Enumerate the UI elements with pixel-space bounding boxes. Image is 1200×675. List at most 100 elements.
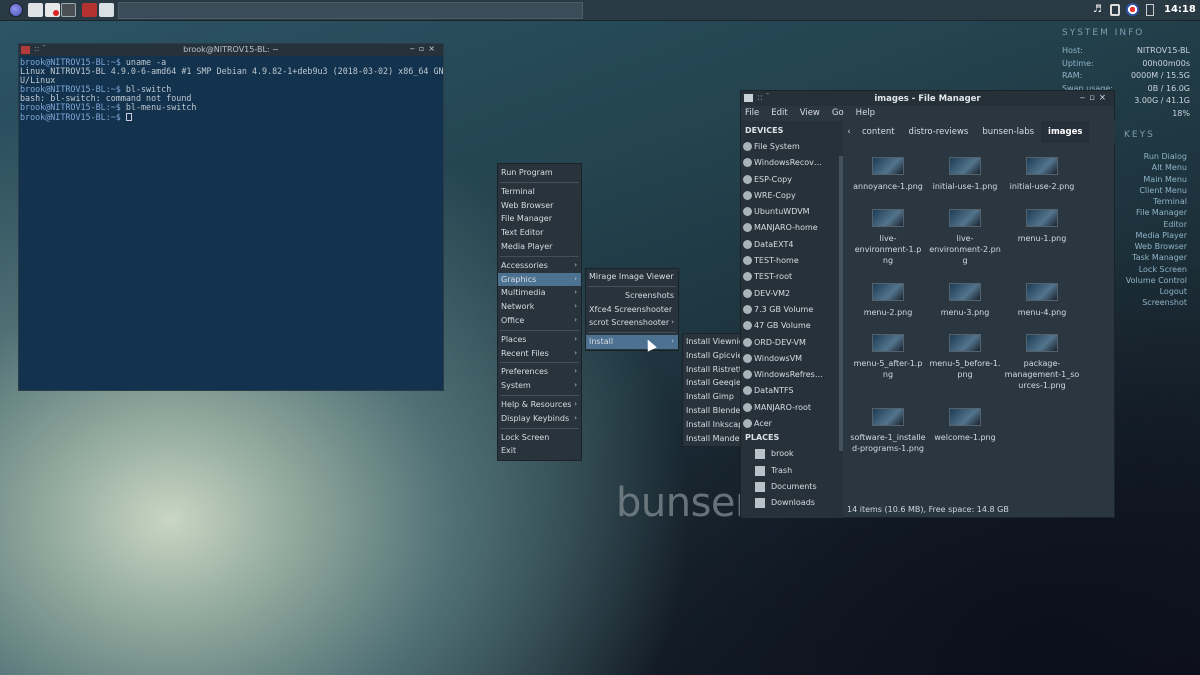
menu-item-terminal[interactable]: Terminal <box>498 185 581 199</box>
breadcrumb-distro-reviews[interactable]: distro-reviews <box>902 121 976 143</box>
file-item[interactable]: initial-use-1.png <box>926 157 1004 192</box>
menu-file[interactable]: File <box>745 108 759 118</box>
menu-separator <box>500 329 579 331</box>
sidebar-place-documents[interactable]: Documents <box>741 479 843 495</box>
terminal-window[interactable]: :: ¯ brook@NITROV15-BL: ~ ‒▫× brook@NITR… <box>18 43 444 391</box>
sidebar-device-item[interactable]: UbuntuWDVM <box>741 204 843 220</box>
menu-edit[interactable]: Edit <box>771 108 787 118</box>
file-item[interactable]: menu-1.png <box>1003 209 1081 244</box>
menu-item-media-player[interactable]: Media Player <box>498 240 581 254</box>
breadcrumb-bunsen-labs[interactable]: bunsen-labs <box>975 121 1041 143</box>
system-info-row: RAM: 0000M / 15.5G <box>1062 71 1190 84</box>
chevron-left-icon[interactable]: ‹ <box>843 127 855 137</box>
file-item[interactable]: menu-2.png <box>849 283 927 318</box>
clock[interactable]: 14:18 <box>1164 4 1196 15</box>
breadcrumb: ‹ content distro-reviews bunsen-labs images <box>843 121 1115 143</box>
menu-item-office[interactable]: Office › <box>498 314 581 328</box>
sidebar-device-item[interactable]: DataEXT4 <box>741 237 843 253</box>
sidebar-device-item[interactable]: File System <box>741 139 843 155</box>
menu-icon[interactable] <box>9 3 23 17</box>
menu-item-multimedia[interactable]: Multimedia › <box>498 286 581 300</box>
sidebar-place-brook[interactable]: brook <box>741 446 843 462</box>
menu-item-help-resources[interactable]: Help & Resources › <box>498 398 581 412</box>
sidebar-device-item[interactable]: ORD-DEV-VM <box>741 335 843 351</box>
keyboard-layout-icon[interactable] <box>1126 3 1139 16</box>
place-label: brook <box>771 449 794 459</box>
sidebar-device-item[interactable]: Acer <box>741 416 843 432</box>
workspace-2-icon[interactable] <box>99 3 114 17</box>
window-controls[interactable]: ‒▫× <box>410 44 439 53</box>
device-label: DataEXT4 <box>754 239 794 249</box>
taskbar-area[interactable] <box>118 2 583 19</box>
terminal-line: brook@NITROV15-BL:~$ <box>20 112 442 122</box>
terminal-output[interactable]: brook@NITROV15-BL:~$ uname -a Linux NITRO… <box>19 56 444 124</box>
file-manager-titlebar[interactable]: :: ¯ images - File Manager ‒▫× <box>741 91 1114 106</box>
terminal-titlebar[interactable]: :: ¯ brook@NITROV15-BL: ~ ‒▫× <box>19 44 443 56</box>
menu-item-network[interactable]: Network › <box>498 300 581 314</box>
sidebar-device-item[interactable]: TEST-home <box>741 253 843 269</box>
file-item[interactable]: menu-3.png <box>926 283 1004 318</box>
file-manager-icon[interactable] <box>28 3 43 17</box>
menu-item-display-keybinds[interactable]: Display Keybinds › <box>498 412 581 426</box>
file-name: initial-use-2.png <box>1009 182 1075 191</box>
terminal-icon[interactable] <box>61 3 76 17</box>
menu-view[interactable]: View <box>800 108 820 118</box>
breadcrumb-images[interactable]: images <box>1041 121 1090 143</box>
menu-item-screenshots[interactable]: Screenshots <box>586 289 678 303</box>
menu-item-text-editor[interactable]: Text Editor <box>498 226 581 240</box>
file-item[interactable]: live-environment-2.pn g <box>926 209 1004 266</box>
file-item[interactable]: package-management-1_so urces-1.png <box>1003 334 1081 391</box>
window-controls[interactable]: ‒▫× <box>1080 93 1110 103</box>
menu-item-places[interactable]: Places › <box>498 333 581 347</box>
file-item[interactable]: menu-5_after-1.p ng <box>849 334 927 380</box>
sidebar-place-trash[interactable]: Trash <box>741 463 843 479</box>
sidebar-device-item[interactable]: DEV-VM2 <box>741 286 843 302</box>
menu-help[interactable]: Help <box>856 108 875 118</box>
battery-icon[interactable] <box>1146 4 1154 16</box>
sidebar-device-item[interactable]: WRE-Copy <box>741 188 843 204</box>
menu-go[interactable]: Go <box>832 108 844 118</box>
menu-item-preferences[interactable]: Preferences › <box>498 365 581 379</box>
file-item[interactable]: live-environment-1.p ng <box>849 209 927 266</box>
device-label: Acer <box>754 419 772 429</box>
menu-item-accessories[interactable]: Accessories › <box>498 259 581 273</box>
file-item[interactable]: welcome-1.png <box>926 408 1004 443</box>
sidebar-device-item[interactable]: MANJARO-root <box>741 400 843 416</box>
file-item[interactable]: menu-5_before-1. png <box>926 334 1004 380</box>
menu-item-xfce4-screenshooter[interactable]: Xfce4 Screenshooter <box>586 303 678 317</box>
file-item[interactable]: annoyance-1.png <box>849 157 927 192</box>
file-item[interactable]: software-1_installe d-programs-1.png <box>849 408 927 454</box>
sidebar-device-item[interactable]: 7.3 GB Volume <box>741 302 843 318</box>
file-item[interactable]: menu-4.png <box>1003 283 1081 318</box>
workspace-1-icon[interactable] <box>82 3 97 17</box>
sidebar-device-item[interactable]: DataNTFS <box>741 383 843 399</box>
sidebar-device-item[interactable]: WindowsVM <box>741 351 843 367</box>
breadcrumb-content[interactable]: content <box>855 121 902 143</box>
sidebar-device-item[interactable]: TEST-root <box>741 269 843 285</box>
menu-item-file-manager[interactable]: File Manager <box>498 212 581 226</box>
menu-item-exit[interactable]: Exit <box>498 444 581 458</box>
sidebar-device-item[interactable]: 47 GB Volume <box>741 318 843 334</box>
file-item[interactable]: initial-use-2.png <box>1003 157 1081 192</box>
menu-item-scrot-screenshooter[interactable]: scrot Screenshooter › <box>586 316 678 330</box>
sidebar-scrollbar[interactable] <box>839 156 843 451</box>
menu-item-install[interactable]: Install › <box>586 335 678 349</box>
file-manager-window[interactable]: :: ¯ images - File Manager ‒▫× File Edit V… <box>740 90 1115 518</box>
text-editor-icon[interactable] <box>45 3 60 17</box>
menu-item-graphics[interactable]: Graphics › <box>498 272 581 287</box>
volume-icon[interactable]: ♬ <box>1093 4 1103 16</box>
sidebar-place-downloads[interactable]: Downloads <box>741 495 843 511</box>
sidebar-device-item[interactable]: WindowsRefres… <box>741 367 843 383</box>
menu-item-recent-files[interactable]: Recent Files › <box>498 347 581 361</box>
network-icon[interactable] <box>1110 4 1120 16</box>
menu-item-web-browser[interactable]: Web Browser <box>498 199 581 213</box>
menu-item-mirage-image-viewer[interactable]: Mirage Image Viewer <box>586 270 678 284</box>
sidebar-device-item[interactable]: MANJARO-home <box>741 220 843 236</box>
sidebar-device-item[interactable]: ESP-Copy <box>741 172 843 188</box>
menu-item-system[interactable]: System › <box>498 379 581 393</box>
sidebar-device-item[interactable]: WindowsRecov… <box>741 155 843 171</box>
system-info-key: RAM: <box>1062 71 1083 80</box>
menu-item-run-program[interactable]: Run Program <box>498 166 581 180</box>
device-label: MANJARO-home <box>754 223 818 233</box>
menu-item-lock-screen[interactable]: Lock Screen <box>498 431 581 445</box>
